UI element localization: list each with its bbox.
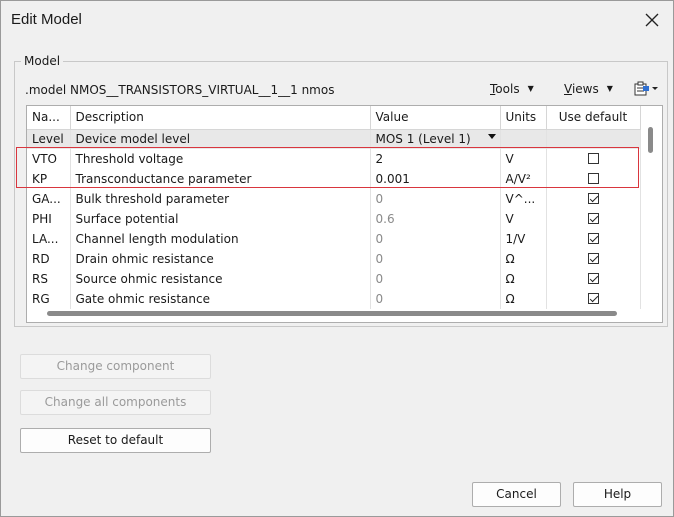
param-name: KP: [27, 169, 71, 189]
param-units: V^...: [500, 189, 547, 209]
param-units: 1/V: [500, 229, 547, 249]
vertical-scroll-thumb[interactable]: [648, 127, 653, 153]
param-description: Channel length modulation: [70, 229, 371, 249]
param-name: GA...: [27, 189, 71, 209]
table-row[interactable]: Level Device model level MOS 1 (Level 1): [27, 129, 641, 149]
param-name: RD: [27, 249, 71, 269]
use-default-checkbox[interactable]: [587, 253, 599, 264]
param-name: LA...: [27, 229, 71, 249]
dropdown-arrow-icon: ▼: [606, 84, 613, 93]
param-description: Threshold voltage: [70, 149, 371, 169]
level-dropdown-arrow-icon[interactable]: [488, 134, 496, 139]
column-header-name[interactable]: Na...: [27, 106, 71, 130]
param-value-select[interactable]: MOS 1 (Level 1): [370, 129, 501, 149]
cancel-button[interactable]: Cancel: [472, 482, 561, 507]
column-header-value[interactable]: Value: [370, 106, 501, 130]
edit-model-dialog: Edit Model Model .model NMOS__TRANSISTOR…: [0, 0, 674, 517]
param-units: V: [500, 149, 547, 169]
param-units: Ω: [500, 269, 547, 289]
param-description: Device model level: [70, 129, 371, 149]
param-value-input[interactable]: 0.001: [370, 169, 501, 189]
window-title: Edit Model: [11, 11, 82, 28]
param-value-input[interactable]: 0: [370, 269, 501, 289]
param-description: Bulk threshold parameter: [70, 189, 371, 209]
use-default-checkbox[interactable]: [587, 293, 599, 304]
dropdown-arrow-icon: ▼: [527, 84, 534, 93]
use-default-cell: [546, 129, 641, 149]
table-row[interactable]: LA... Channel length modulation 0 1/V: [27, 229, 641, 249]
table-row[interactable]: VTO Threshold voltage 2 V: [27, 149, 641, 169]
help-button[interactable]: Help: [573, 482, 662, 507]
table-row[interactable]: RS Source ohmic resistance 0 Ω: [27, 269, 641, 289]
param-name: PHI: [27, 209, 71, 229]
column-header-description[interactable]: Description: [70, 106, 371, 130]
views-menu[interactable]: Views ▼: [564, 82, 613, 96]
param-description: Drain ohmic resistance: [70, 249, 371, 269]
param-description: Transconductance parameter: [70, 169, 371, 189]
param-description: Surface potential: [70, 209, 371, 229]
use-default-checkbox[interactable]: [587, 193, 599, 204]
change-component-button[interactable]: Change component: [20, 354, 211, 379]
table-row[interactable]: RD Drain ohmic resistance 0 Ω: [27, 249, 641, 269]
param-units: A/V²: [500, 169, 547, 189]
param-units: Ω: [500, 289, 547, 309]
title-bar: Edit Model: [1, 1, 673, 39]
column-header-units[interactable]: Units: [500, 106, 547, 130]
table-row[interactable]: GA... Bulk threshold parameter 0 V^...: [27, 189, 641, 209]
clipboard-properties-icon: [634, 81, 658, 96]
param-name: VTO: [27, 149, 71, 169]
properties-menu-button[interactable]: [633, 81, 659, 97]
use-default-checkbox[interactable]: [587, 213, 599, 224]
table-row[interactable]: KP Transconductance parameter 0.001 A/V²: [27, 169, 641, 189]
model-definition-text: .model NMOS__TRANSISTORS_VIRTUAL__1__1 n…: [25, 83, 335, 97]
parameter-grid[interactable]: Na... Description Value Units Use defaul…: [26, 105, 663, 323]
param-value-input[interactable]: 0.6: [370, 209, 501, 229]
change-all-components-button[interactable]: Change all components: [20, 390, 211, 415]
param-units: [500, 129, 547, 149]
grid-header-row: Na... Description Value Units Use defaul…: [27, 106, 641, 130]
param-name: Level: [27, 129, 71, 149]
param-description: Source ohmic resistance: [70, 269, 371, 289]
param-value-input[interactable]: 0: [370, 289, 501, 309]
use-default-checkbox[interactable]: [587, 233, 599, 244]
close-icon: [645, 13, 659, 27]
group-label: Model: [21, 54, 64, 68]
param-value-input[interactable]: 2: [370, 149, 501, 169]
param-name: RS: [27, 269, 71, 289]
close-button[interactable]: [637, 5, 667, 35]
use-default-checkbox[interactable]: [587, 153, 599, 164]
param-description: Gate ohmic resistance: [70, 289, 371, 309]
use-default-checkbox[interactable]: [587, 173, 599, 184]
table-row[interactable]: PHI Surface potential 0.6 V: [27, 209, 641, 229]
reset-to-default-button[interactable]: Reset to default: [20, 428, 211, 453]
param-value-input[interactable]: 0: [370, 189, 501, 209]
use-default-checkbox[interactable]: [587, 273, 599, 284]
horizontal-scroll-thumb[interactable]: [47, 311, 617, 316]
table-row[interactable]: RG Gate ohmic resistance 0 Ω: [27, 289, 641, 309]
param-value-input[interactable]: 0: [370, 229, 501, 249]
column-header-use-default[interactable]: Use default: [546, 106, 641, 130]
param-value-input[interactable]: 0: [370, 249, 501, 269]
tools-menu[interactable]: Tools ▼: [490, 82, 534, 96]
param-units: V: [500, 209, 547, 229]
param-units: Ω: [500, 249, 547, 269]
param-name: RG: [27, 289, 71, 309]
